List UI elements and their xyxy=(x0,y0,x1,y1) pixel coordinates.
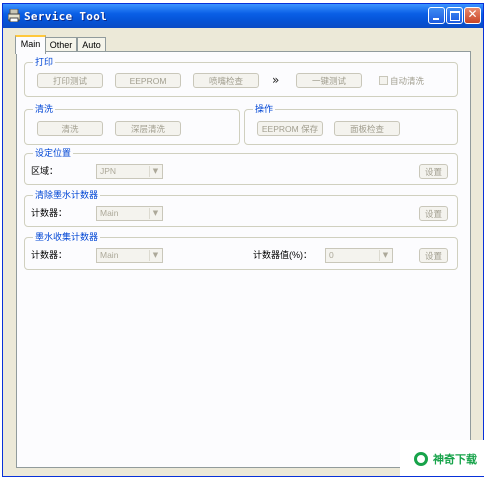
collect-counter-label: 计数器： xyxy=(31,250,68,260)
panel-check-button[interactable]: 面板检查 xyxy=(334,121,400,136)
maximize-button[interactable] xyxy=(446,7,463,24)
clear-ink-counter-title: 清除墨水计数器 xyxy=(33,189,101,201)
print-group-title: 打印 xyxy=(33,56,56,68)
clear-counter-value: Main xyxy=(100,208,119,218)
clear-counter-set-button[interactable]: 设置 xyxy=(419,206,448,221)
location-group-title: 设定位置 xyxy=(33,147,74,159)
eeprom-button[interactable]: EEPROM xyxy=(115,73,181,88)
chevron-down-icon: ▼ xyxy=(379,250,391,261)
chevron-down-icon: ▼ xyxy=(149,250,161,261)
print-test-button[interactable]: 打印测试 xyxy=(37,73,103,88)
auto-clean-label: 自动清洗 xyxy=(390,76,425,86)
watermark: 神奇下载 xyxy=(400,440,484,476)
clean-group-title: 清洗 xyxy=(33,103,56,115)
operate-group: 操作 EEPROM 保存 面板检查 xyxy=(244,103,458,145)
region-value: JPN xyxy=(100,166,117,176)
one-click-test-button[interactable]: 一键测试 xyxy=(296,73,362,88)
location-group: 设定位置 区域： JPN ▼ 设置 xyxy=(24,147,458,185)
deep-clean-button[interactable]: 深层清洗 xyxy=(115,121,181,136)
counter-value-label: 计数器值(%)： xyxy=(253,250,312,260)
region-select[interactable]: JPN ▼ xyxy=(96,164,163,179)
collect-counter-select[interactable]: Main ▼ xyxy=(96,248,163,263)
close-icon: ✕ xyxy=(467,7,478,21)
tab-main[interactable]: Main xyxy=(15,35,46,54)
tab-auto[interactable]: Auto xyxy=(77,37,106,52)
close-button[interactable]: ✕ xyxy=(464,7,481,24)
ink-collect-counter-group: 墨水收集计数器 计数器： Main ▼ 计数器值(%)： 0 ▼ 设置 xyxy=(24,231,458,270)
chevron-down-icon: ▼ xyxy=(149,208,161,219)
minimize-icon xyxy=(433,18,439,20)
clear-ink-counter-group: 清除墨水计数器 计数器： Main ▼ 设置 xyxy=(24,189,458,227)
service-tool-window: Service Tool ✕ Main Other Auto 打印 打印测试 E… xyxy=(2,3,484,477)
ink-collect-counter-title: 墨水收集计数器 xyxy=(33,231,101,243)
chevron-down-icon: ▼ xyxy=(149,166,161,177)
region-label: 区域： xyxy=(31,166,59,176)
nozzle-check-button[interactable]: 喷嘴检查 xyxy=(193,73,259,88)
counter-value-select[interactable]: 0 ▼ xyxy=(325,248,393,263)
collect-counter-set-button[interactable]: 设置 xyxy=(419,248,448,263)
clear-counter-select[interactable]: Main ▼ xyxy=(96,206,163,221)
region-set-button[interactable]: 设置 xyxy=(419,164,448,179)
watermark-logo-icon xyxy=(414,452,428,466)
clean-button[interactable]: 清洗 xyxy=(37,121,103,136)
print-group: 打印 打印测试 EEPROM 喷嘴检查 » 一键测试 自动清洗 xyxy=(24,56,458,97)
operate-group-title: 操作 xyxy=(253,103,276,115)
maximize-icon xyxy=(450,11,460,21)
double-arrow-icon: » xyxy=(272,73,280,87)
eeprom-save-button[interactable]: EEPROM 保存 xyxy=(257,121,323,136)
clean-group: 清洗 清洗 深层清洗 xyxy=(24,103,240,145)
counter-value: 0 xyxy=(329,250,334,260)
main-tab-panel: 打印 打印测试 EEPROM 喷嘴检查 » 一键测试 自动清洗 清洗 清洗 深层… xyxy=(16,51,471,468)
collect-counter-value: Main xyxy=(100,250,119,260)
window-title: Service Tool xyxy=(24,10,108,23)
minimize-button[interactable] xyxy=(428,7,445,24)
watermark-text: 神奇下载 xyxy=(433,453,477,466)
app-icon xyxy=(8,9,20,22)
auto-clean-checkbox[interactable] xyxy=(379,76,388,85)
tab-other[interactable]: Other xyxy=(45,37,77,52)
title-bar[interactable]: Service Tool ✕ xyxy=(3,4,483,28)
clear-counter-label: 计数器： xyxy=(31,208,68,218)
